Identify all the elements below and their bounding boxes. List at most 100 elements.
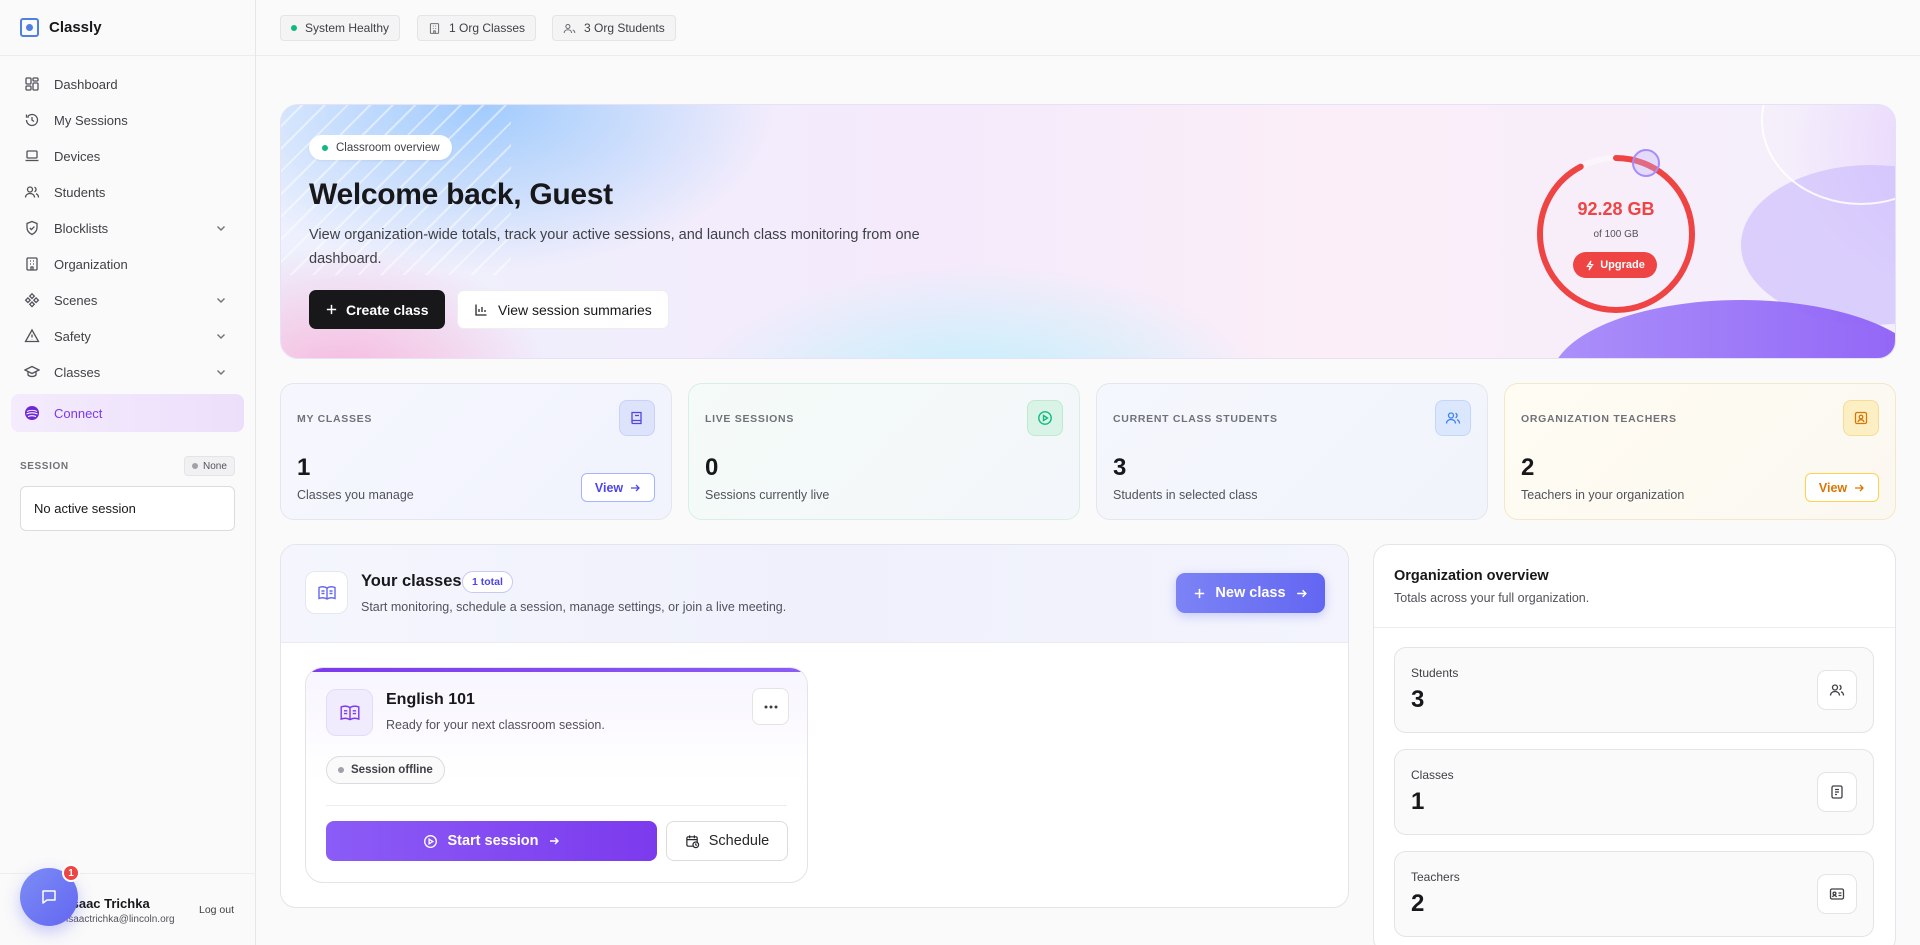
sidebar: Classly Dashboard My Sessions Devices St… <box>0 0 256 945</box>
system-status-chip: System Healthy <box>280 15 401 41</box>
open-book-icon <box>326 689 373 736</box>
chevron-down-icon[interactable] <box>214 365 228 379</box>
chevron-down-icon[interactable] <box>214 293 228 307</box>
logout-button[interactable]: Log out <box>199 904 234 916</box>
chevron-down-icon[interactable] <box>214 329 228 343</box>
page-title: Welcome back, Guest <box>309 178 613 211</box>
id-card-icon <box>1817 874 1857 914</box>
organization-overview-panel: Organization overview Totals across your… <box>1373 544 1896 945</box>
sidebar-item-devices[interactable]: Devices <box>11 138 244 174</box>
view-teachers-button[interactable]: View <box>1805 473 1879 502</box>
org-stat-value: 1 <box>1411 788 1425 815</box>
shield-icon <box>26 220 38 236</box>
plus-icon <box>1195 588 1205 598</box>
chat-notification-badge: 1 <box>62 864 80 882</box>
users-icon <box>1817 670 1857 710</box>
more-options-button[interactable] <box>752 688 789 725</box>
sidebar-item-label: Connect <box>54 405 103 421</box>
org-stat-label: Teachers <box>1411 870 1460 884</box>
stat-label: MY CLASSES <box>297 413 373 425</box>
button-label: View session summaries <box>498 301 652 318</box>
brand[interactable]: Classly <box>0 0 255 56</box>
app-name: Classly <box>49 19 102 36</box>
stat-description: Students in selected class <box>1113 488 1258 502</box>
section-title: Your classes <box>361 572 462 590</box>
stat-value: 1 <box>297 454 311 481</box>
sidebar-item-students[interactable]: Students <box>11 174 244 210</box>
class-subtitle: Ready for your next classroom session. <box>386 718 605 732</box>
sidebar-item-scenes[interactable]: Scenes <box>11 282 244 318</box>
sidebar-item-organization[interactable]: Organization <box>11 246 244 282</box>
org-classes-chip: 1 Org Classes <box>417 15 537 41</box>
your-classes-panel: Your classes 1 total Start monitoring, s… <box>280 544 1349 908</box>
arrow-right-icon <box>1855 484 1865 491</box>
hero-badge: Classroom overview <box>309 135 452 160</box>
sidebar-item-my-sessions[interactable]: My Sessions <box>11 102 244 138</box>
sidebar-item-classes[interactable]: Classes <box>11 354 244 390</box>
org-stat-label: Classes <box>1411 768 1454 782</box>
session-select[interactable]: No active session <box>20 486 235 531</box>
divider <box>326 805 787 806</box>
stat-value: 2 <box>1521 454 1535 481</box>
create-class-button[interactable]: Create class <box>309 290 445 329</box>
sidebar-nav: Dashboard My Sessions Devices Students B… <box>0 56 255 432</box>
connect-icon <box>25 406 39 420</box>
status-dot <box>192 463 198 469</box>
laptop-icon <box>25 150 39 162</box>
sidebar-item-connect[interactable]: Connect <box>11 394 244 432</box>
stat-label: LIVE SESSIONS <box>705 413 795 425</box>
scenes-icon <box>24 292 40 308</box>
button-label: New class <box>1215 585 1286 601</box>
dashboard-icon <box>25 77 39 91</box>
class-name[interactable]: English 101 <box>386 691 475 709</box>
org-stat-classes: Classes 1 <box>1394 749 1874 835</box>
session-status-badge: Session offline <box>326 756 445 784</box>
chip-label: 3 Org Students <box>584 21 665 35</box>
sidebar-item-safety[interactable]: Safety <box>11 318 244 354</box>
stat-card-organization-teachers: ORGANIZATION TEACHERS 2 Teachers in your… <box>1504 383 1896 520</box>
chevron-down-icon[interactable] <box>214 221 228 235</box>
sidebar-item-dashboard[interactable]: Dashboard <box>11 66 244 102</box>
schedule-button[interactable]: Schedule <box>666 821 788 861</box>
sidebar-item-blocklists[interactable]: Blocklists <box>11 210 244 246</box>
arrow-right-icon <box>1296 589 1307 597</box>
open-book-icon <box>305 571 348 614</box>
upgrade-button[interactable]: Upgrade <box>1573 252 1657 278</box>
hero-subtitle: View organization-wide totals, track you… <box>309 227 920 267</box>
chat-icon <box>42 890 56 904</box>
new-class-button[interactable]: New class <box>1176 573 1325 613</box>
graduation-cap-icon <box>24 365 40 378</box>
history-icon <box>25 113 39 127</box>
button-label: Start session <box>447 833 539 849</box>
view-session-summaries-button[interactable]: View session summaries <box>457 290 669 329</box>
hero-badge-label: Classroom overview <box>336 141 440 154</box>
button-label: Upgrade <box>1600 259 1645 271</box>
section-subtitle: Totals across your full organization. <box>1394 591 1590 605</box>
bolt-icon <box>1586 260 1594 270</box>
storage-total: of 100 GB <box>1593 229 1639 240</box>
stat-label: ORGANIZATION TEACHERS <box>1521 413 1677 425</box>
count-badge: 1 total <box>462 571 513 593</box>
class-card: English 101 Ready for your next classroo… <box>305 667 808 883</box>
your-classes-header: Your classes 1 total Start monitoring, s… <box>281 545 1348 643</box>
chart-icon <box>475 304 487 316</box>
badge-icon <box>1843 400 1879 436</box>
button-label: View <box>594 480 624 495</box>
start-session-button[interactable]: Start session <box>326 821 657 861</box>
hero-banner: Classroom overview Welcome back, Guest V… <box>280 104 1896 359</box>
sidebar-item-label: Classes <box>54 364 101 380</box>
org-header: Organization overview Totals across your… <box>1374 545 1895 628</box>
chip-label: System Healthy <box>305 21 390 35</box>
org-stat-value: 2 <box>1411 890 1425 917</box>
stat-card-live-sessions: LIVE SESSIONS 0 Sessions currently live <box>688 383 1080 520</box>
sidebar-item-label: Students <box>54 184 106 200</box>
stat-value: 0 <box>705 454 719 481</box>
arrow-right-icon <box>631 484 641 491</box>
org-stat-label: Students <box>1411 666 1459 680</box>
session-section-label: SESSION <box>20 461 69 472</box>
stat-description: Sessions currently live <box>705 488 830 502</box>
logo-icon <box>20 18 39 37</box>
arrow-right-icon <box>549 837 559 845</box>
sidebar-item-label: My Sessions <box>54 112 128 128</box>
view-classes-button[interactable]: View <box>581 473 655 502</box>
